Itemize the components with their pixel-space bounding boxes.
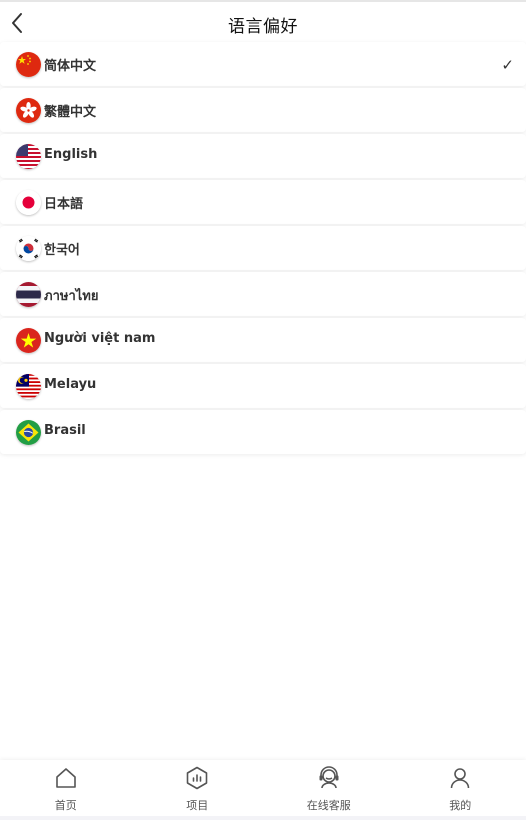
china-flag-icon xyxy=(16,52,41,77)
language-label: ภาษาไทย xyxy=(44,289,99,304)
hongkong-flag-icon xyxy=(16,98,41,123)
brazil-flag-icon xyxy=(16,420,41,445)
page-title: 语言偏好 xyxy=(228,17,298,37)
tab-profile[interactable]: 我的 xyxy=(395,760,526,820)
tab-label: 首页 xyxy=(54,799,77,812)
projects-icon xyxy=(186,766,208,790)
language-item-en[interactable]: English xyxy=(0,134,526,178)
language-item-zh-tw[interactable]: 繁體中文 xyxy=(0,88,526,132)
thailand-flag-icon xyxy=(16,282,41,307)
tab-projects[interactable]: 项目 xyxy=(132,760,264,820)
language-item-zh-cn[interactable]: 简体中文 ✓ xyxy=(0,42,526,86)
language-item-ja[interactable]: 日本語 xyxy=(0,180,526,224)
vietnam-flag-icon xyxy=(16,328,41,353)
language-label: 한국어 xyxy=(44,243,80,258)
language-list: 简体中文 ✓ 繁體中文 English 日本語 한국어 ภาษาไทย Ngườ… xyxy=(0,42,526,456)
language-label: Melayu xyxy=(44,377,97,392)
language-item-th[interactable]: ภาษาไทย xyxy=(0,272,526,316)
bottom-tab-bar: 首页 项目 在线客服 我的 xyxy=(0,760,526,820)
tab-label: 项目 xyxy=(186,799,209,812)
language-label: 日本語 xyxy=(44,197,84,212)
customer-service-icon xyxy=(319,766,339,789)
tab-label: 在线客服 xyxy=(306,799,351,812)
checkmark-icon: ✓ xyxy=(501,56,514,74)
language-label: English xyxy=(44,147,98,162)
malaysia-flag-icon xyxy=(16,374,41,399)
language-label: 繁體中文 xyxy=(44,105,97,120)
language-label: Brasil xyxy=(44,423,86,438)
tab-home[interactable]: 首页 xyxy=(0,760,132,820)
tab-label: 我的 xyxy=(449,799,472,812)
usa-flag-icon xyxy=(16,144,41,169)
language-label: 简体中文 xyxy=(44,59,97,74)
language-item-ms[interactable]: Melayu xyxy=(0,364,526,408)
home-icon xyxy=(55,768,76,788)
language-item-vi[interactable]: Người việt nam xyxy=(0,318,526,362)
header: 语言偏好 xyxy=(0,2,526,42)
japan-flag-icon xyxy=(16,190,41,215)
bottom-safe-area xyxy=(0,816,526,820)
korea-flag-icon xyxy=(16,236,41,261)
tab-customer-service[interactable]: 在线客服 xyxy=(263,760,395,820)
language-item-pt-br[interactable]: Brasil xyxy=(0,410,526,454)
language-item-ko[interactable]: 한국어 xyxy=(0,226,526,270)
profile-icon xyxy=(450,768,470,789)
language-label: Người việt nam xyxy=(44,331,156,346)
